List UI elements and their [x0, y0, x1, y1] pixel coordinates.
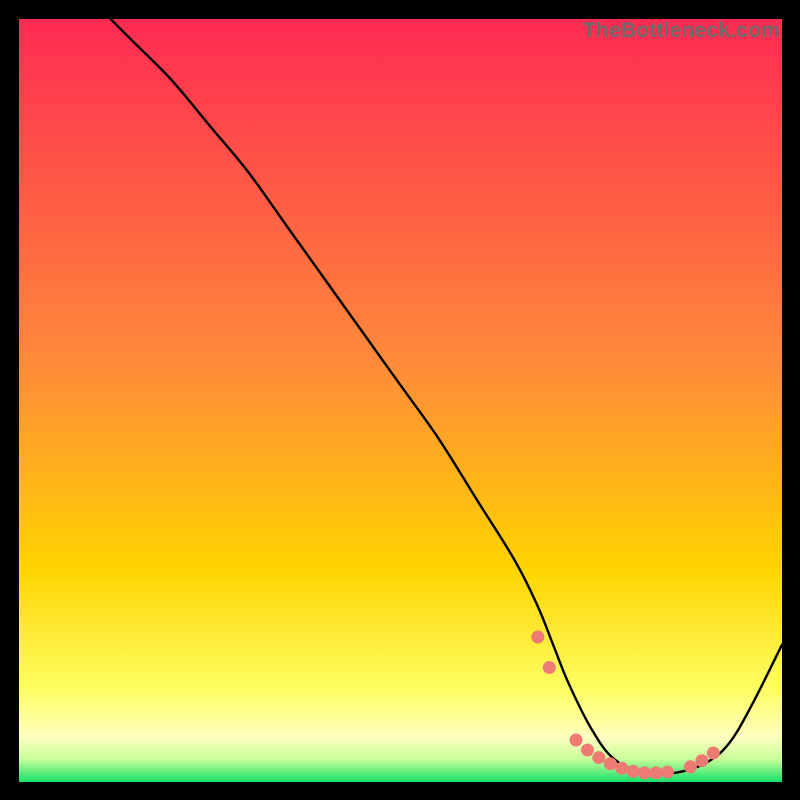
chart-svg	[19, 19, 782, 782]
highlight-marker	[543, 661, 556, 674]
highlight-marker	[650, 766, 663, 779]
watermark-text: TheBottleneck.com	[583, 19, 780, 43]
highlight-marker	[581, 743, 594, 756]
highlight-marker	[684, 760, 697, 773]
highlight-marker	[592, 751, 605, 764]
highlight-marker	[615, 762, 628, 775]
highlight-marker	[638, 766, 651, 779]
chart-frame: TheBottleneck.com	[19, 19, 782, 782]
highlight-marker	[569, 734, 582, 747]
highlight-marker	[531, 631, 544, 644]
highlight-marker	[661, 766, 674, 779]
gradient-background	[19, 19, 782, 782]
highlight-marker	[695, 754, 708, 767]
highlight-marker	[627, 765, 640, 778]
highlight-marker	[604, 757, 617, 770]
highlight-marker	[707, 747, 720, 760]
